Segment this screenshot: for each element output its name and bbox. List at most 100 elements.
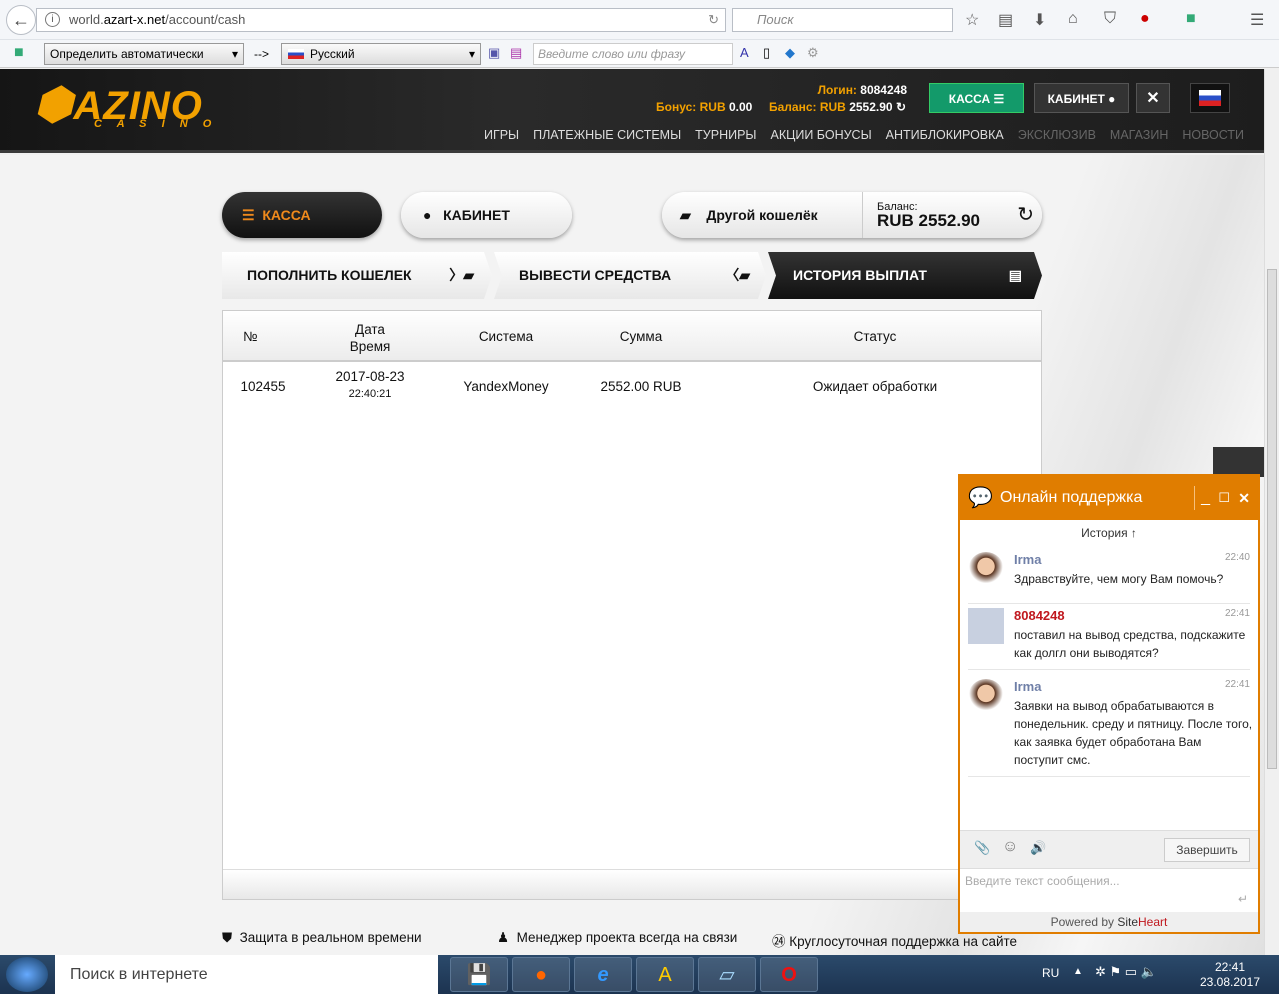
logo[interactable]: ⬢AZINO C A S I N O xyxy=(34,79,217,130)
settings-icon[interactable]: ⚙ xyxy=(807,45,819,61)
kassa-button[interactable]: ☰ КАССА xyxy=(222,192,382,238)
cabinet-button[interactable]: ● КАБИНЕТ xyxy=(401,192,572,238)
translate-input[interactable]: Введите слово или фразу xyxy=(533,43,733,65)
search-input[interactable]: Поиск xyxy=(732,8,953,32)
refresh-icon[interactable]: ↻ xyxy=(1017,192,1034,238)
header-cabinet-button[interactable]: КАБИНЕТ ● xyxy=(1034,83,1129,113)
home-icon[interactable]: ⌂ xyxy=(1068,10,1078,28)
col-date: Дата xyxy=(355,322,385,337)
wallet-icon: 〈▰ xyxy=(725,267,750,283)
font-icon[interactable]: A xyxy=(740,45,749,60)
refresh-icon[interactable]: ↻ xyxy=(896,100,906,114)
download-icon[interactable]: ⬇ xyxy=(1033,10,1046,30)
russia-flag-icon xyxy=(288,49,304,59)
chat-message: Irma 22:41 Заявки на вывод обрабатываются … xyxy=(968,679,1252,777)
tab-payout-history[interactable]: ИСТОРИЯ ВЫПЛАТ ▤ xyxy=(768,252,1042,299)
powered-by-label: Powered by xyxy=(1050,915,1118,929)
message-text: поставил на вывод средства, подскажите к… xyxy=(1014,628,1246,660)
tab-withdraw[interactable]: ВЫВЕСТИ СРЕДСТВА 〈▰ xyxy=(494,252,766,299)
target-language-select[interactable]: Русский ▾ xyxy=(281,43,481,65)
page-scrollbar[interactable] xyxy=(1264,69,1279,955)
internet-explorer-icon[interactable]: e xyxy=(574,957,632,992)
translate-icon[interactable]: ◆ xyxy=(785,45,795,61)
operator-avatar xyxy=(968,552,1004,588)
cell-date: 2017-08-23 xyxy=(335,369,405,384)
info-icon[interactable]: i xyxy=(45,12,60,27)
s3-icon: ■ xyxy=(14,44,24,61)
menu-antiblock[interactable]: АНТИБЛОКИРОВКА xyxy=(886,128,1004,142)
address-bar[interactable]: i world.azart-x.net/account/cash ↻ xyxy=(36,8,726,32)
siteheart-site[interactable]: Site xyxy=(1117,915,1138,929)
url-domain: azart-x.net xyxy=(103,12,166,27)
login-value: 8084248 xyxy=(860,83,907,97)
message-placeholder: Введите текст сообщения... xyxy=(965,874,1120,888)
operator-avatar xyxy=(968,679,1004,715)
siteheart-heart[interactable]: Heart xyxy=(1138,915,1167,929)
history-link[interactable]: История ↑ xyxy=(960,526,1258,540)
opera-icon[interactable]: O xyxy=(760,957,818,992)
start-button[interactable] xyxy=(6,957,48,992)
chat-message: 8084248 22:41 поставил на вывод средства, … xyxy=(968,608,1250,670)
translate-page-icon[interactable]: ▣ xyxy=(488,45,500,61)
pocket-icon[interactable]: ⛉ xyxy=(1104,10,1116,28)
message-input[interactable]: Введите текст сообщения... ↵ xyxy=(960,868,1258,912)
feature-manager: ♟ Менеджер проекта всегда на связи xyxy=(497,930,737,946)
taskbar: Поиск в интернете 💾 ● e A ▱ O RU ▲ ✲ ⚑ ▭… xyxy=(0,955,1279,994)
balance-value: 2552.90 xyxy=(849,100,893,114)
taskbar-search[interactable]: Поиск в интернете xyxy=(55,955,438,994)
save-app-icon[interactable]: 💾 xyxy=(450,957,508,992)
end-chat-button[interactable]: Завершить xyxy=(1164,838,1250,862)
language-flag-button[interactable] xyxy=(1190,83,1230,113)
cell-id: 102455 xyxy=(240,379,286,394)
message-text: Здравствуйте, чем могу Вам помочь? xyxy=(1014,572,1224,586)
notepad-icon[interactable]: ▱ xyxy=(698,957,756,992)
menu-games[interactable]: ИГРЫ xyxy=(484,128,519,142)
adblock-icon[interactable]: ● xyxy=(1140,10,1150,28)
clock[interactable]: 22:41 23.08.2017 xyxy=(1195,960,1265,990)
menu-payment-systems[interactable]: ПЛАТЕЖНЫЕ СИСТЕМЫ xyxy=(533,128,681,142)
side-tab[interactable] xyxy=(1213,447,1264,477)
sound-icon[interactable]: 🔊 xyxy=(1030,840,1046,856)
close-icon[interactable]: ✕ xyxy=(1238,476,1250,520)
attach-icon[interactable]: 📎 xyxy=(974,840,990,856)
cabinet-label: КАБИНЕТ xyxy=(1047,92,1105,106)
tab-deposit[interactable]: ПОПОЛНИТЬ КОШЕЛЕК 〉▰ xyxy=(222,252,492,299)
feature-label: Менеджер проекта всегда на связи xyxy=(516,930,738,945)
bonus-value: 0.00 xyxy=(728,100,753,114)
logo-subtitle: C A S I N O xyxy=(94,118,218,130)
maximize-icon[interactable]: ☐ xyxy=(1218,476,1230,520)
arrow-label: --> xyxy=(254,47,269,61)
source-language-select[interactable]: Определить автоматически ▾ xyxy=(44,43,244,65)
back-button[interactable]: ← xyxy=(6,5,36,35)
enter-icon: ↵ xyxy=(1237,892,1248,906)
col-time: Время xyxy=(349,339,391,354)
menu-news[interactable]: НОВОСТИ xyxy=(1182,128,1244,142)
dictionary-icon[interactable]: ▤ xyxy=(510,45,522,61)
menu-shop[interactable]: МАГАЗИН xyxy=(1110,128,1168,142)
menu-icon[interactable]: ☰ xyxy=(1250,10,1264,30)
s3-extension-icon[interactable]: ■ xyxy=(1186,10,1196,28)
other-wallet-button[interactable]: Другой кошелёк xyxy=(706,207,817,223)
logout-button[interactable]: ✕ xyxy=(1136,83,1170,113)
bookmark-star-icon[interactable]: ☆ xyxy=(965,10,979,30)
tab-withdraw-label: ВЫВЕСТИ СРЕДСТВА xyxy=(519,267,672,283)
kassa-label: КАССА xyxy=(262,207,311,223)
wordpad-icon[interactable]: A xyxy=(636,957,694,992)
coins-icon: ☰ xyxy=(242,207,255,223)
firefox-icon[interactable]: ● xyxy=(512,957,570,992)
menu-exclusive[interactable]: ЭКСКЛЮЗИВ xyxy=(1018,128,1096,142)
tray-icons[interactable]: ✲ ⚑ ▭ 🔈 xyxy=(1095,964,1157,980)
col-status: Статус xyxy=(853,329,897,344)
minimize-icon[interactable]: _ xyxy=(1201,476,1210,520)
reading-list-icon[interactable]: ▤ xyxy=(998,10,1013,30)
user-avatar xyxy=(968,608,1004,644)
tray-expand-icon[interactable]: ▲ xyxy=(1073,966,1083,977)
header-kassa-button[interactable]: КАССА ☰ xyxy=(929,83,1024,113)
emoji-icon[interactable]: ☺ xyxy=(1002,838,1018,856)
language-indicator[interactable]: RU xyxy=(1042,966,1059,980)
menu-promotions[interactable]: АКЦИИ БОНУСЫ xyxy=(770,128,871,142)
menu-tournaments[interactable]: ТУРНИРЫ xyxy=(695,128,756,142)
reload-icon[interactable]: ↻ xyxy=(708,9,719,31)
clipboard-icon[interactable]: ▯ xyxy=(763,45,770,61)
login-label: Логин: xyxy=(817,83,857,97)
